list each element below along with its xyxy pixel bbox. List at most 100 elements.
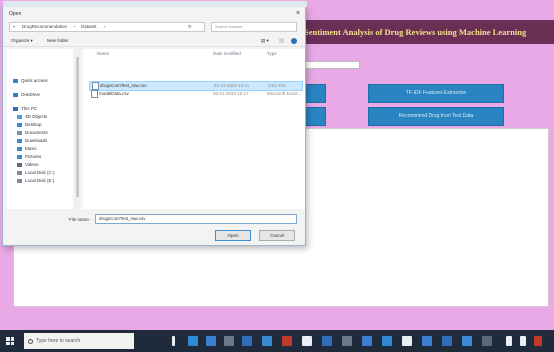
csv-file-icon [91,90,98,98]
app-icon[interactable] [402,336,412,346]
column-header-type[interactable]: Type [267,51,277,56]
dialog-title: Open [9,11,22,17]
task-view-icon[interactable] [172,336,175,346]
nav-item-onedrive[interactable]: OneDrive [13,91,40,99]
nav-label: Desktop [25,122,42,127]
app-icon[interactable] [462,336,472,346]
network-icon[interactable] [506,336,512,346]
nav-item-documents[interactable]: Documents [17,129,48,137]
file-date: 22-12-2022 10:11 [214,83,250,88]
nav-label: Music [25,146,37,151]
nav-label: Videos [25,162,39,167]
file-name: modelData.csv [99,91,129,96]
file-type: CSV File [268,83,286,88]
nav-item-videos[interactable]: Videos [17,161,39,169]
app-icon[interactable] [302,336,312,346]
dialog-toolbar: Organize ▾ New folder ▤ ▾ [3,36,305,47]
nav-label: Local Disk (E:) [25,178,55,183]
nav-label: Local Disk (C:) [25,170,55,175]
music-icon [17,146,22,151]
column-header-name[interactable]: Name [97,51,109,56]
app-icon[interactable] [262,336,272,346]
file-row[interactable]: modelData.csv 06-01-2023 10:17 Microsoft… [89,90,301,98]
nav-label: Downloads [25,138,48,143]
nav-label: Quick access [21,78,48,83]
view-options-icon[interactable]: ▤ ▾ [261,38,269,44]
download-icon [17,138,22,143]
navigation-pane: Quick access OneDrive This PC 3D Objects… [7,49,73,209]
file-explorer-icon[interactable] [206,336,216,346]
address-bar[interactable]: « DrugRecommendation › Dataset › ↻ [9,22,205,32]
taskbar-search-input[interactable]: Type here to search [24,333,134,349]
pc-icon [13,106,18,111]
nav-label: Documents [25,130,48,135]
taskbar: Type here to search [0,330,554,352]
nav-item-this-pc[interactable]: This PC [13,105,37,113]
csv-file-icon [92,82,99,90]
nav-item-downloads[interactable]: Downloads [17,137,47,145]
back-chevron-icon[interactable]: « [13,24,16,29]
app-icon[interactable] [322,336,332,346]
edge-icon[interactable] [188,336,198,346]
star-icon [13,78,18,83]
nav-item-3d-objects[interactable]: 3D Objects [17,113,47,121]
file-name-label: File name: [69,217,91,222]
nav-label: This PC [21,106,38,111]
organize-button[interactable]: Organize ▾ [11,38,33,44]
nav-item-local-disk-e[interactable]: Local Disk (E:) [17,177,54,185]
breadcrumb-drugrecommendation[interactable]: DrugRecommendation [22,24,67,29]
notification-icon[interactable] [534,336,542,346]
disk-icon [17,178,22,183]
nav-item-pictures[interactable]: Pictures [17,153,41,161]
close-icon[interactable]: × [293,9,303,18]
nav-label: Pictures [25,154,42,159]
search-icon [28,339,33,344]
app-icon[interactable] [482,336,492,346]
nav-label: 3D Objects [25,114,48,119]
desktop-icon [17,122,22,127]
pictures-icon [17,154,22,159]
recommend-drug-button[interactable]: Recommend Drug from Test Data [368,107,504,126]
file-date: 06-01-2023 10:17 [213,91,249,96]
breadcrumb-dataset[interactable]: Dataset [81,24,97,29]
nav-scrollbar-thumb[interactable] [76,57,79,197]
nav-label: OneDrive [21,92,41,97]
app-text-field[interactable] [300,61,360,69]
nav-item-desktop[interactable]: Desktop [17,121,42,129]
windows-start-icon[interactable] [6,337,14,345]
file-list: Name Date modified Type drugsComTest_raw… [83,49,305,209]
app-icon[interactable] [382,336,392,346]
app-icon[interactable] [362,336,372,346]
app-icon[interactable] [442,336,452,346]
new-folder-button[interactable]: New folder [47,38,69,43]
nav-item-quick-access[interactable]: Quick access [13,77,48,85]
tfidf-extraction-button[interactable]: TF-IDF Features Extraction [368,84,504,103]
volume-icon[interactable] [520,336,526,346]
file-type: Microsoft Excel... [267,91,302,96]
preview-pane-icon[interactable] [279,38,284,43]
app-icon[interactable] [224,336,234,346]
cloud-icon [13,92,18,97]
cancel-button[interactable]: Cancel [259,230,295,241]
app-icon[interactable] [342,336,352,346]
nav-item-music[interactable]: Music [17,145,37,153]
app-icon[interactable] [422,336,432,346]
open-file-dialog: Open × « DrugRecommendation › Dataset › … [2,1,307,246]
open-button[interactable]: Open [215,230,251,241]
refresh-icon[interactable]: ↻ [188,24,192,30]
app-title: Sentiment Analysis of Drug Reviews using… [300,20,554,44]
help-icon[interactable] [291,38,297,44]
search-input[interactable]: Search Dataset [211,22,297,32]
dialog-top-strip [3,1,307,7]
breadcrumb-separator: › [74,24,76,29]
column-header-date[interactable]: Date modified [213,51,241,56]
disk-icon [17,170,22,175]
videos-icon [17,162,22,167]
nav-item-local-disk-c[interactable]: Local Disk (C:) [17,169,55,177]
file-name-input[interactable]: drugsComTest_raw.csv [95,214,297,224]
app-icon[interactable] [242,336,252,346]
app-icon[interactable] [282,336,292,346]
status-text [505,317,550,323]
breadcrumb-separator: › [104,24,106,29]
file-name: drugsComTest_raw.csv [100,83,147,88]
